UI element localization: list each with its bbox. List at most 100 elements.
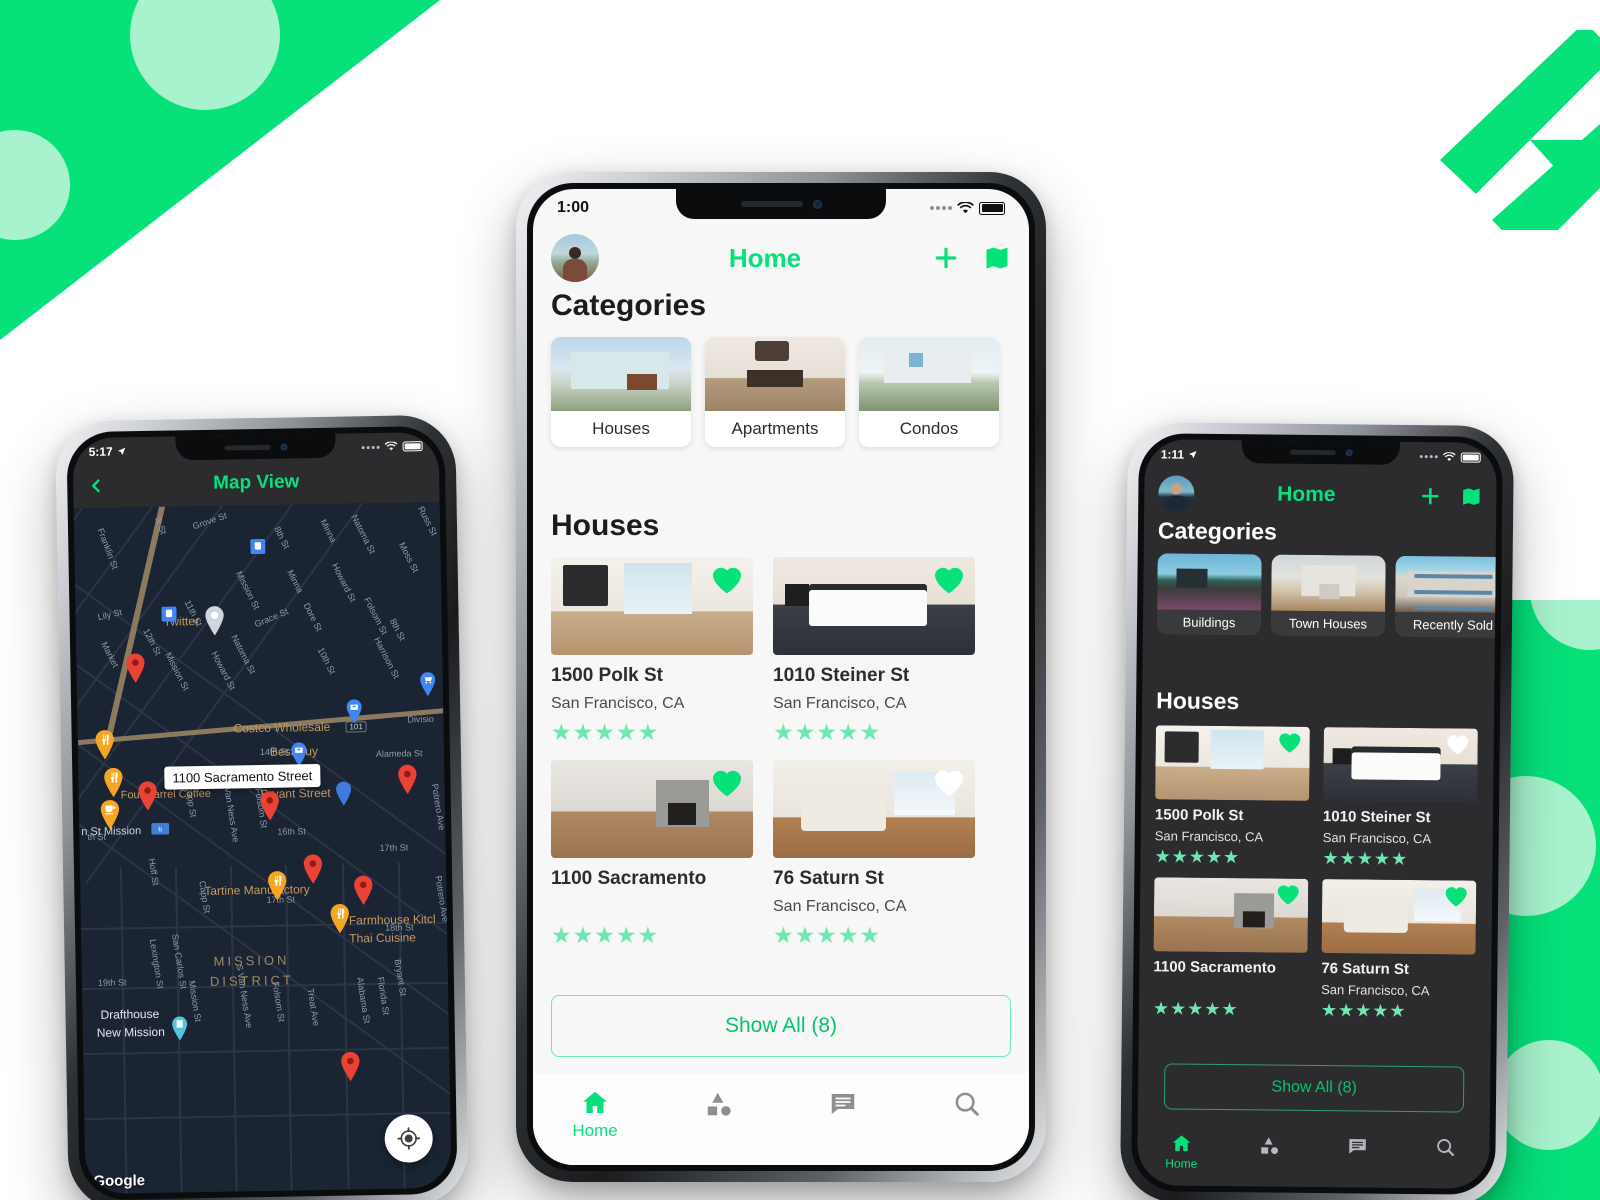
listing-card[interactable]: 76 Saturn St San Francisco, CA ★★★★★ <box>1321 879 1477 1023</box>
show-all-button[interactable]: Show All (8) <box>1163 1063 1465 1113</box>
map-pin-theater[interactable] <box>171 1016 189 1041</box>
map-pin-listing[interactable] <box>136 781 159 811</box>
categories-row[interactable]: Houses Apartments Condos <box>551 337 1029 447</box>
tab-search[interactable] <box>1401 1136 1489 1173</box>
show-all-button[interactable]: Show All (8) <box>551 995 1011 1057</box>
categories-title: Categories <box>1157 517 1277 545</box>
favorite-heart-icon[interactable] <box>1446 733 1470 755</box>
favorite-heart-icon[interactable] <box>711 565 743 595</box>
phone-map-view: 5:17 Map View Franklin St lk St Grove St… <box>55 414 469 1200</box>
favorite-heart-icon[interactable] <box>933 565 965 595</box>
listing-card[interactable]: 1500 Polk St San Francisco, CA ★★★★★ <box>1154 725 1310 869</box>
tab-home[interactable]: Home <box>533 1088 657 1141</box>
wifi-icon <box>384 441 398 451</box>
map-pin-listing[interactable] <box>124 653 147 683</box>
battery-icon <box>402 441 423 452</box>
chevron-left-icon[interactable] <box>87 475 105 497</box>
search-icon <box>955 1092 979 1116</box>
map-pin-restaurant[interactable] <box>102 767 125 798</box>
category-thumbnail <box>551 337 691 411</box>
signal-dots-icon <box>1419 455 1438 459</box>
status-time: 5:17 <box>88 444 113 459</box>
map-pin-restaurant[interactable] <box>94 730 117 760</box>
phone-bezel: 5:17 Map View Franklin St lk St Grove St… <box>66 425 458 1200</box>
listing-card[interactable]: 76 Saturn St San Francisco, CA ★★★★★ <box>773 760 975 949</box>
category-label: Condos <box>899 419 959 438</box>
map-pin-store[interactable] <box>334 781 352 806</box>
tab-search[interactable] <box>905 1089 1029 1139</box>
map-pin-cafe[interactable] <box>99 799 122 830</box>
map-callout-label[interactable]: 1100 Sacramento Street <box>164 763 321 790</box>
tab-home-label: Home <box>1165 1156 1198 1171</box>
map-pin-shopping[interactable] <box>419 672 437 697</box>
map-street-label: Market <box>99 640 121 670</box>
tab-shapes[interactable] <box>657 1089 781 1139</box>
tab-home-label: Home <box>572 1120 618 1140</box>
map-canvas[interactable]: Franklin St lk St Grove St 8th St Minna … <box>73 501 452 1195</box>
avatar[interactable] <box>1158 475 1195 512</box>
category-card[interactable]: Apartments <box>705 337 845 447</box>
favorite-heart-icon[interactable] <box>1276 884 1300 906</box>
plus-icon[interactable] <box>1418 484 1442 508</box>
category-card[interactable]: Buildings <box>1156 553 1262 636</box>
tab-home[interactable]: Home <box>1137 1132 1225 1171</box>
favorite-heart-icon[interactable] <box>1444 885 1468 907</box>
map-pin-store[interactable] <box>290 742 308 767</box>
map-street-label: 19th St <box>97 977 127 988</box>
map-street-label: Divisio <box>407 713 434 725</box>
my-location-button[interactable] <box>384 1114 434 1163</box>
tab-chat[interactable] <box>781 1089 905 1139</box>
listing-card[interactable]: 1500 Polk St San Francisco, CA ★★★★★ <box>551 557 753 746</box>
map-street-label: Minna <box>285 568 306 595</box>
listing-card[interactable]: 1010 Steiner St San Francisco, CA ★★★★★ <box>1322 727 1478 871</box>
map-street-label: Howard St <box>330 561 359 604</box>
rating-stars: ★★★★★ <box>551 719 660 745</box>
listing-card[interactable]: 1100 Sacramento ★★★★★ <box>551 760 753 949</box>
tab-chat[interactable] <box>1313 1135 1401 1172</box>
map-icon-bart[interactable]: b <box>151 822 170 835</box>
listing-title: 1100 Sacramento <box>1153 958 1277 977</box>
map-poi-label: Costco Wholesale <box>233 719 331 736</box>
phone-bezel: 1:11 Home Categories Buildings Town Hous… <box>1131 433 1503 1195</box>
category-thumbnail <box>705 337 845 411</box>
listing-card[interactable]: 1100 Sacramento ★★★★★ <box>1153 877 1309 1021</box>
map-icon-transit[interactable] <box>161 606 177 622</box>
map-pin-twitter[interactable] <box>203 606 226 636</box>
listing-card[interactable]: 1010 Steiner St San Francisco, CA ★★★★★ <box>773 557 975 746</box>
tab-shapes[interactable] <box>1225 1134 1313 1171</box>
map-street-label: Treat Ave <box>305 987 322 1027</box>
category-card[interactable]: Town Houses <box>1270 554 1386 637</box>
map-poi-label: Four Barrel Coffee <box>120 787 212 802</box>
map-icon[interactable] <box>983 244 1011 272</box>
battery-icon <box>979 201 1005 215</box>
map-street-label: Grove St <box>191 510 229 532</box>
map-pin-restaurant[interactable] <box>329 903 352 934</box>
light-home-screen: 1:00 Home Categories Houses Apartments C… <box>533 189 1029 1165</box>
plus-icon[interactable] <box>931 243 961 273</box>
status-time: 1:00 <box>557 199 590 216</box>
avatar[interactable] <box>551 234 599 282</box>
listing-title: 76 Saturn St <box>773 868 884 889</box>
category-card[interactable]: Houses <box>551 337 691 447</box>
map-street-label: Potrero Ave <box>429 782 447 831</box>
map-pin-store[interactable] <box>345 699 363 724</box>
category-card[interactable]: Recently Sold <box>1394 555 1497 639</box>
map-pin-listing[interactable] <box>396 764 419 795</box>
map-pin-listing[interactable] <box>339 1051 362 1082</box>
map-icon-transit[interactable] <box>250 538 266 555</box>
map-pin-listing[interactable] <box>259 791 282 821</box>
categories-row[interactable]: Buildings Town Houses Recently Sold <box>1156 553 1497 639</box>
map-pin-listing[interactable] <box>302 854 325 884</box>
map-poi-label: Farmhouse Kitcl <box>348 911 436 928</box>
map-pin-listing[interactable] <box>352 875 375 905</box>
favorite-heart-icon[interactable] <box>711 768 743 798</box>
favorite-heart-icon[interactable] <box>933 768 965 798</box>
earpiece-speaker-icon <box>740 201 803 207</box>
map-poi-label: Drafthouse <box>100 1006 160 1022</box>
listing-city: San Francisco, CA <box>1154 828 1264 845</box>
favorite-heart-icon[interactable] <box>1278 732 1302 754</box>
category-card[interactable]: Condos <box>859 337 999 447</box>
map-icon[interactable] <box>1460 485 1482 507</box>
map-pin-restaurant[interactable] <box>266 871 289 901</box>
shapes-icon <box>1261 1137 1278 1155</box>
